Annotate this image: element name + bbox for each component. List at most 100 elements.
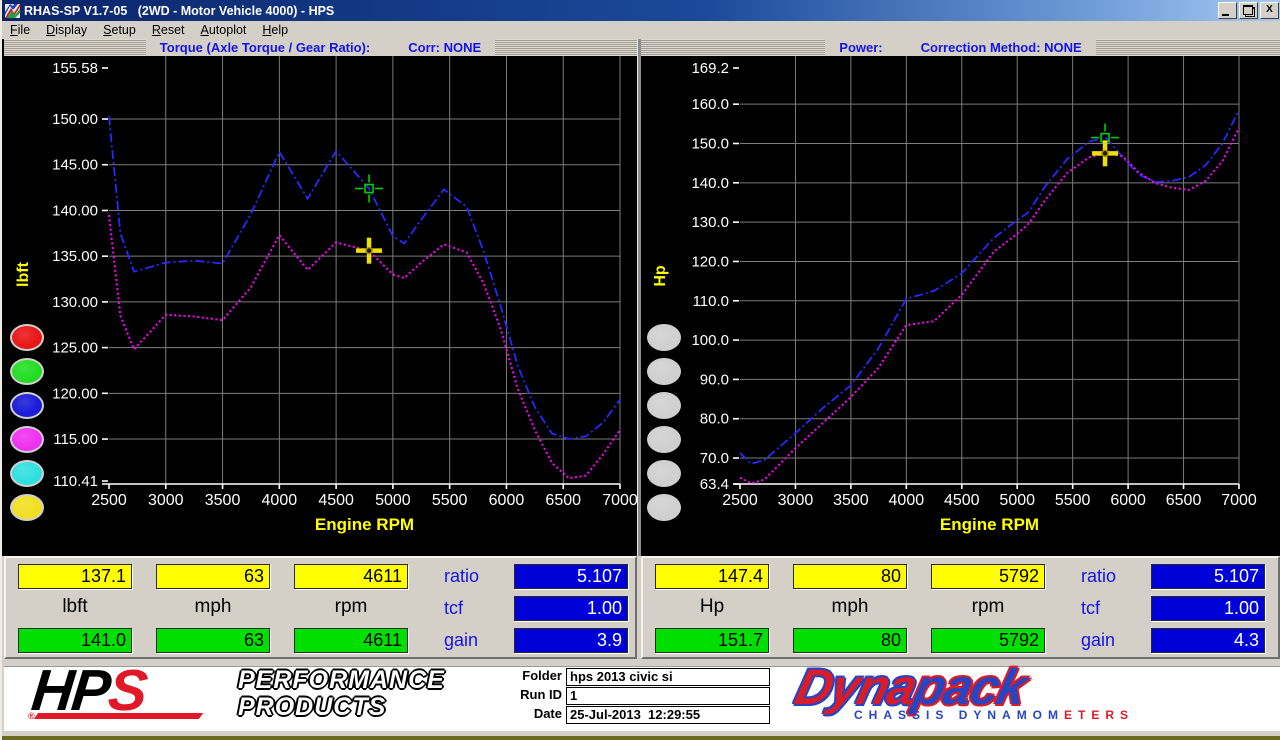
power-rpm2-value-box: 5792 — [931, 628, 1045, 653]
trace-button-gray-2[interactable] — [647, 358, 681, 385]
x-tick-label: 6000 — [489, 492, 525, 509]
x-tick-label: 4000 — [889, 492, 925, 509]
dynapack-logo: Dynapack — [790, 659, 1033, 715]
folder-field[interactable]: hps 2013 civic si — [566, 668, 770, 686]
app-window: RHAS-SP V1.7-05 (2WD - Motor Vehicle 400… — [0, 0, 1280, 740]
minimize-icon — [1222, 14, 1229, 16]
power-cursor2-value-box: 151.7 — [655, 628, 769, 653]
menu-file[interactable]: File — [2, 22, 38, 38]
x-tick-label: 6500 — [545, 492, 581, 509]
window-title: RHAS-SP V1.7-05 (2WD - Motor Vehicle 400… — [24, 3, 335, 18]
trace-button-blue[interactable] — [10, 392, 44, 419]
close-icon: X — [1266, 4, 1273, 15]
yellow-cross-cursor[interactable] — [1092, 140, 1119, 167]
x-tick-label: 7000 — [602, 492, 637, 509]
curve-corrected-run-blue — [739, 109, 1240, 465]
menu-reset[interactable]: Reset — [144, 22, 193, 38]
torque-speed-value-box: 63 — [156, 564, 270, 589]
torque-readout-panel: 137.1 63 4611 lbft mph rpm 141.0 63 4611… — [4, 556, 637, 659]
power-rpm-value-box: 5792 — [931, 564, 1045, 589]
x-axis-label: Engine RPM — [940, 515, 1039, 534]
gain-label: gain — [1081, 630, 1116, 650]
x-tick-label: 6500 — [1166, 492, 1202, 509]
x-tick-label: 3000 — [148, 492, 184, 509]
torque-correction-label: Corr: NONE — [408, 40, 482, 55]
folder-label: Folder — [522, 668, 562, 684]
y-tick-label: 155.58 — [52, 60, 98, 77]
torque-speed2-value-box: 63 — [156, 628, 270, 653]
torque-rpm2-value-box: 4611 — [294, 628, 408, 653]
trace-button-gray-6[interactable] — [647, 494, 681, 521]
torque-plot-area[interactable]: 155.58 150.00 145.00 140.00 135.00 130.00 125.… — [4, 39, 637, 556]
y-tick-label: 169.2 — [691, 60, 729, 77]
x-tick-label: 3000 — [778, 492, 814, 509]
restore-button[interactable] — [1239, 2, 1258, 19]
x-tick-label: 2500 — [91, 492, 127, 509]
trace-button-gray-1[interactable] — [647, 324, 681, 351]
power-panel-header: Power: Correction Method: NONE — [641, 39, 1280, 56]
y-tick-label: 125.00 — [52, 340, 98, 357]
tcf-value-box: 1.00 — [514, 596, 628, 621]
trace-button-cyan[interactable] — [10, 460, 44, 487]
power-cursor-value-box: 147.4 — [655, 564, 769, 589]
y-tick-label: 100.0 — [691, 332, 729, 349]
tcf-label: tcf — [1081, 598, 1101, 618]
x-tick-label: 4500 — [944, 492, 980, 509]
window-bottom-edge — [2, 736, 1280, 740]
menu-bar: File Display Setup Reset Autoplot Help — [2, 21, 1280, 40]
x-tick-label: 6000 — [1110, 492, 1146, 509]
menu-autoplot[interactable]: Autoplot — [193, 22, 255, 38]
hps-logo: HPS — [28, 658, 149, 723]
menu-setup[interactable]: Setup — [95, 22, 144, 38]
y-tick-label: 110.41 — [53, 473, 98, 490]
power-unit-label: Hp — [699, 596, 725, 617]
trace-button-gray-3[interactable] — [647, 392, 681, 419]
torque-rpm-value-box: 4611 — [294, 564, 408, 589]
close-button[interactable]: X — [1260, 2, 1279, 19]
yellow-cross-cursor[interactable] — [356, 237, 383, 264]
run-info-fields: Folder hps 2013 civic si Run ID 1 Date 25-J… — [500, 668, 770, 725]
trace-button-red[interactable] — [10, 324, 44, 351]
ratio-label: ratio — [1081, 566, 1117, 586]
hps-logo-swoosh — [33, 713, 204, 719]
title-bar: RHAS-SP V1.7-05 (2WD - Motor Vehicle 400… — [2, 0, 1280, 21]
minimize-button[interactable] — [1218, 2, 1237, 19]
torque-cursor2-value-box: 141.0 — [18, 628, 132, 653]
footer-bar: HPS ® PERFORMANCE PRODUCTS Folder hps 201… — [2, 658, 1280, 740]
menu-help[interactable]: Help — [254, 22, 296, 38]
readout-section: 137.1 63 4611 lbft mph rpm 141.0 63 4611… — [2, 556, 1280, 661]
power-header-title: Power: — [839, 40, 883, 55]
y-tick-label: 120.0 — [691, 253, 729, 270]
speed-unit-label: mph — [831, 596, 869, 617]
x-tick-label: 4000 — [262, 492, 298, 509]
x-tick-label: 5500 — [432, 492, 468, 509]
gain-value-box: 3.9 — [514, 628, 628, 653]
trace-button-green[interactable] — [10, 358, 44, 385]
trace-button-magenta[interactable] — [10, 426, 44, 453]
trace-button-gray-4[interactable] — [647, 426, 681, 453]
run-id-field[interactable]: 1 — [566, 687, 770, 705]
y-tick-label: 140.00 — [52, 202, 98, 219]
menu-display[interactable]: Display — [38, 22, 95, 38]
date-field[interactable]: 25-Jul-2013 12:29:55 — [566, 706, 770, 724]
run-id-label: Run ID — [520, 687, 562, 703]
y-tick-label: 160.0 — [691, 96, 729, 113]
x-tick-label: 5000 — [999, 492, 1035, 509]
y-tick-label: 90.0 — [700, 371, 729, 388]
x-tick-label: 5000 — [375, 492, 411, 509]
rpm-unit-label: rpm — [334, 596, 368, 617]
trace-button-gray-5[interactable] — [647, 460, 681, 487]
trace-button-yellow[interactable] — [10, 494, 44, 521]
x-axis-label: Engine RPM — [315, 515, 414, 534]
power-plot-area[interactable]: 169.2 160.0 150.0 140.0 130.0 120.0 110.0 100.0… — [641, 39, 1280, 556]
x-tick-label: 7000 — [1221, 492, 1257, 509]
y-tick-label: 150.0 — [691, 135, 729, 152]
power-speed2-value-box: 80 — [793, 628, 907, 653]
torque-cursor-value-box: 137.1 — [18, 564, 132, 589]
y-tick-label: 150.00 — [52, 111, 98, 128]
date-label: Date — [533, 706, 562, 722]
dynapack-tagline: CHASSIS DYNAMOMETERS — [854, 708, 1135, 722]
app-icon — [5, 3, 20, 18]
ratio-value-box: 5.107 — [514, 564, 628, 589]
y-tick-label: 130.00 — [52, 294, 98, 311]
